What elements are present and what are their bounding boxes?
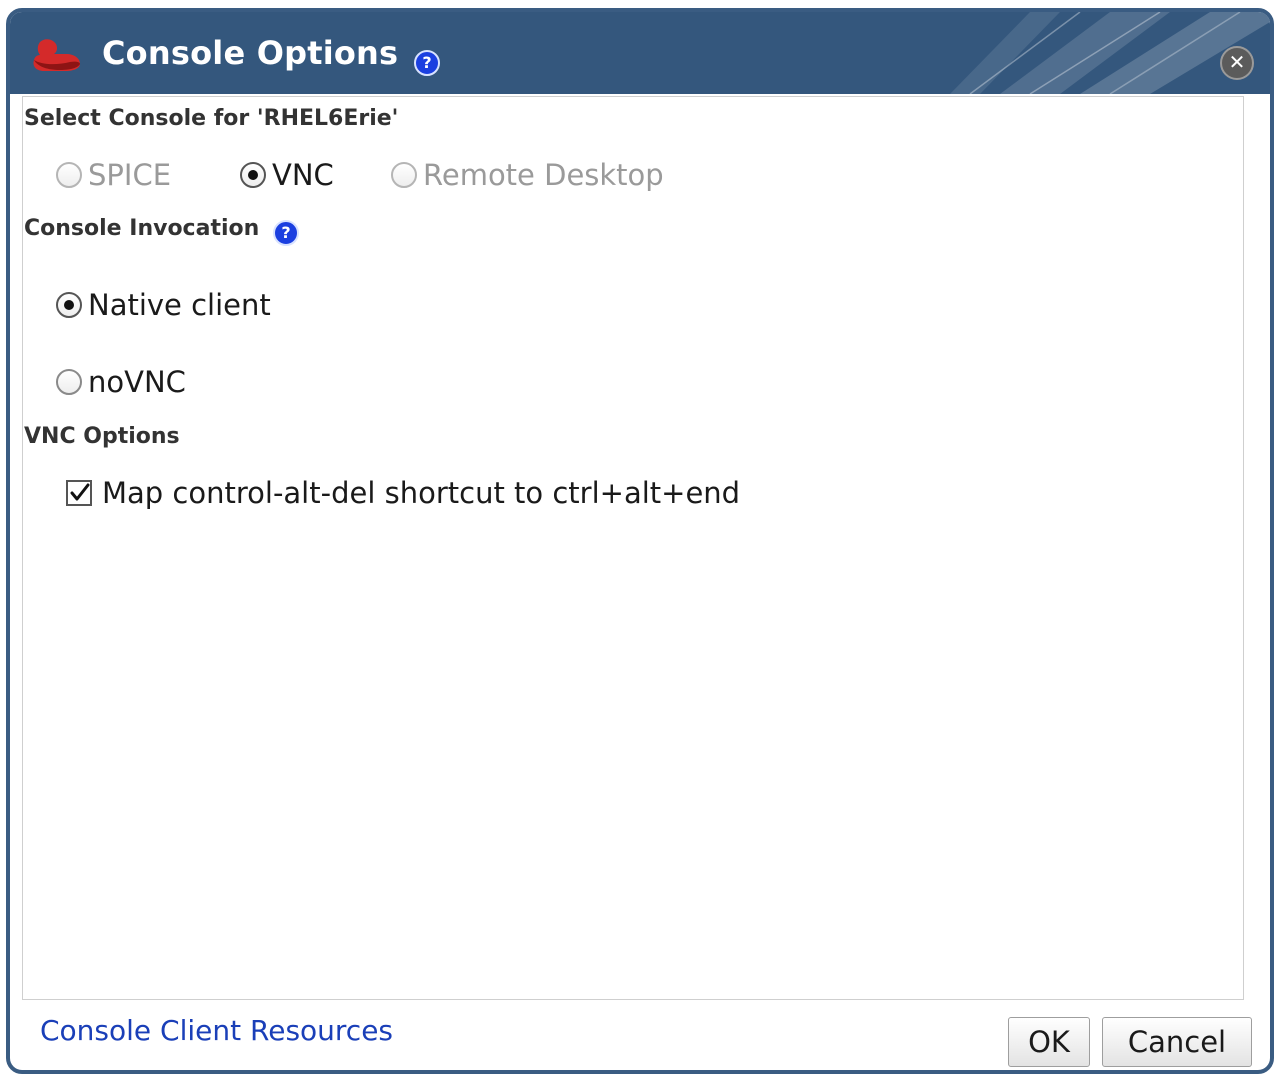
- vnc-radio-button[interactable]: [240, 162, 266, 188]
- spice-radio-button[interactable]: [56, 162, 82, 188]
- radio-vnc[interactable]: VNC: [240, 158, 334, 192]
- native-client-radio-button[interactable]: [56, 292, 82, 318]
- map-ctrl-alt-del-option[interactable]: Map control-alt-del shortcut to ctrl+alt…: [66, 476, 740, 510]
- map-ctrl-alt-del-checkbox[interactable]: [66, 480, 92, 506]
- console-client-resources-link[interactable]: Console Client Resources: [40, 1014, 393, 1047]
- map-ctrl-alt-del-label: Map control-alt-del shortcut to ctrl+alt…: [102, 476, 741, 510]
- select-console-heading: Select Console for 'RHEL6Erie': [24, 106, 399, 131]
- console-invocation-heading-text: Console Invocation: [24, 216, 260, 241]
- novnc-label: noVNC: [88, 365, 186, 399]
- radio-remote-desktop[interactable]: Remote Desktop: [391, 158, 664, 192]
- spice-label: SPICE: [88, 158, 172, 192]
- question-circle-icon[interactable]: ?: [272, 220, 299, 246]
- question-circle-icon[interactable]: ?: [414, 50, 440, 76]
- dialog-title: Console Options: [102, 34, 399, 72]
- radio-spice[interactable]: SPICE: [56, 158, 171, 192]
- ok-button[interactable]: OK: [1008, 1017, 1090, 1067]
- close-icon[interactable]: ✕: [1220, 46, 1254, 80]
- checkmark-icon: [70, 483, 90, 501]
- vnc-label: VNC: [272, 158, 334, 192]
- native-client-label: Native client: [88, 288, 271, 322]
- novnc-radio-button[interactable]: [56, 369, 82, 395]
- radio-novnc[interactable]: noVNC: [56, 365, 186, 399]
- console-invocation-heading: Console Invocation ?: [24, 216, 299, 246]
- cancel-button[interactable]: Cancel: [1102, 1017, 1252, 1067]
- radio-native-client[interactable]: Native client: [56, 288, 271, 322]
- remote-desktop-label: Remote Desktop: [423, 158, 664, 192]
- console-options-dialog: Console Options ? ✕ Select Console for '…: [6, 8, 1274, 1074]
- redhat-logo-icon: [33, 39, 80, 71]
- remote-desktop-radio-button[interactable]: [391, 162, 417, 188]
- vnc-options-heading: VNC Options: [24, 424, 180, 449]
- title-bar-decoration: [950, 12, 1270, 94]
- dialog-title-bar[interactable]: Console Options ? ✕: [10, 12, 1270, 94]
